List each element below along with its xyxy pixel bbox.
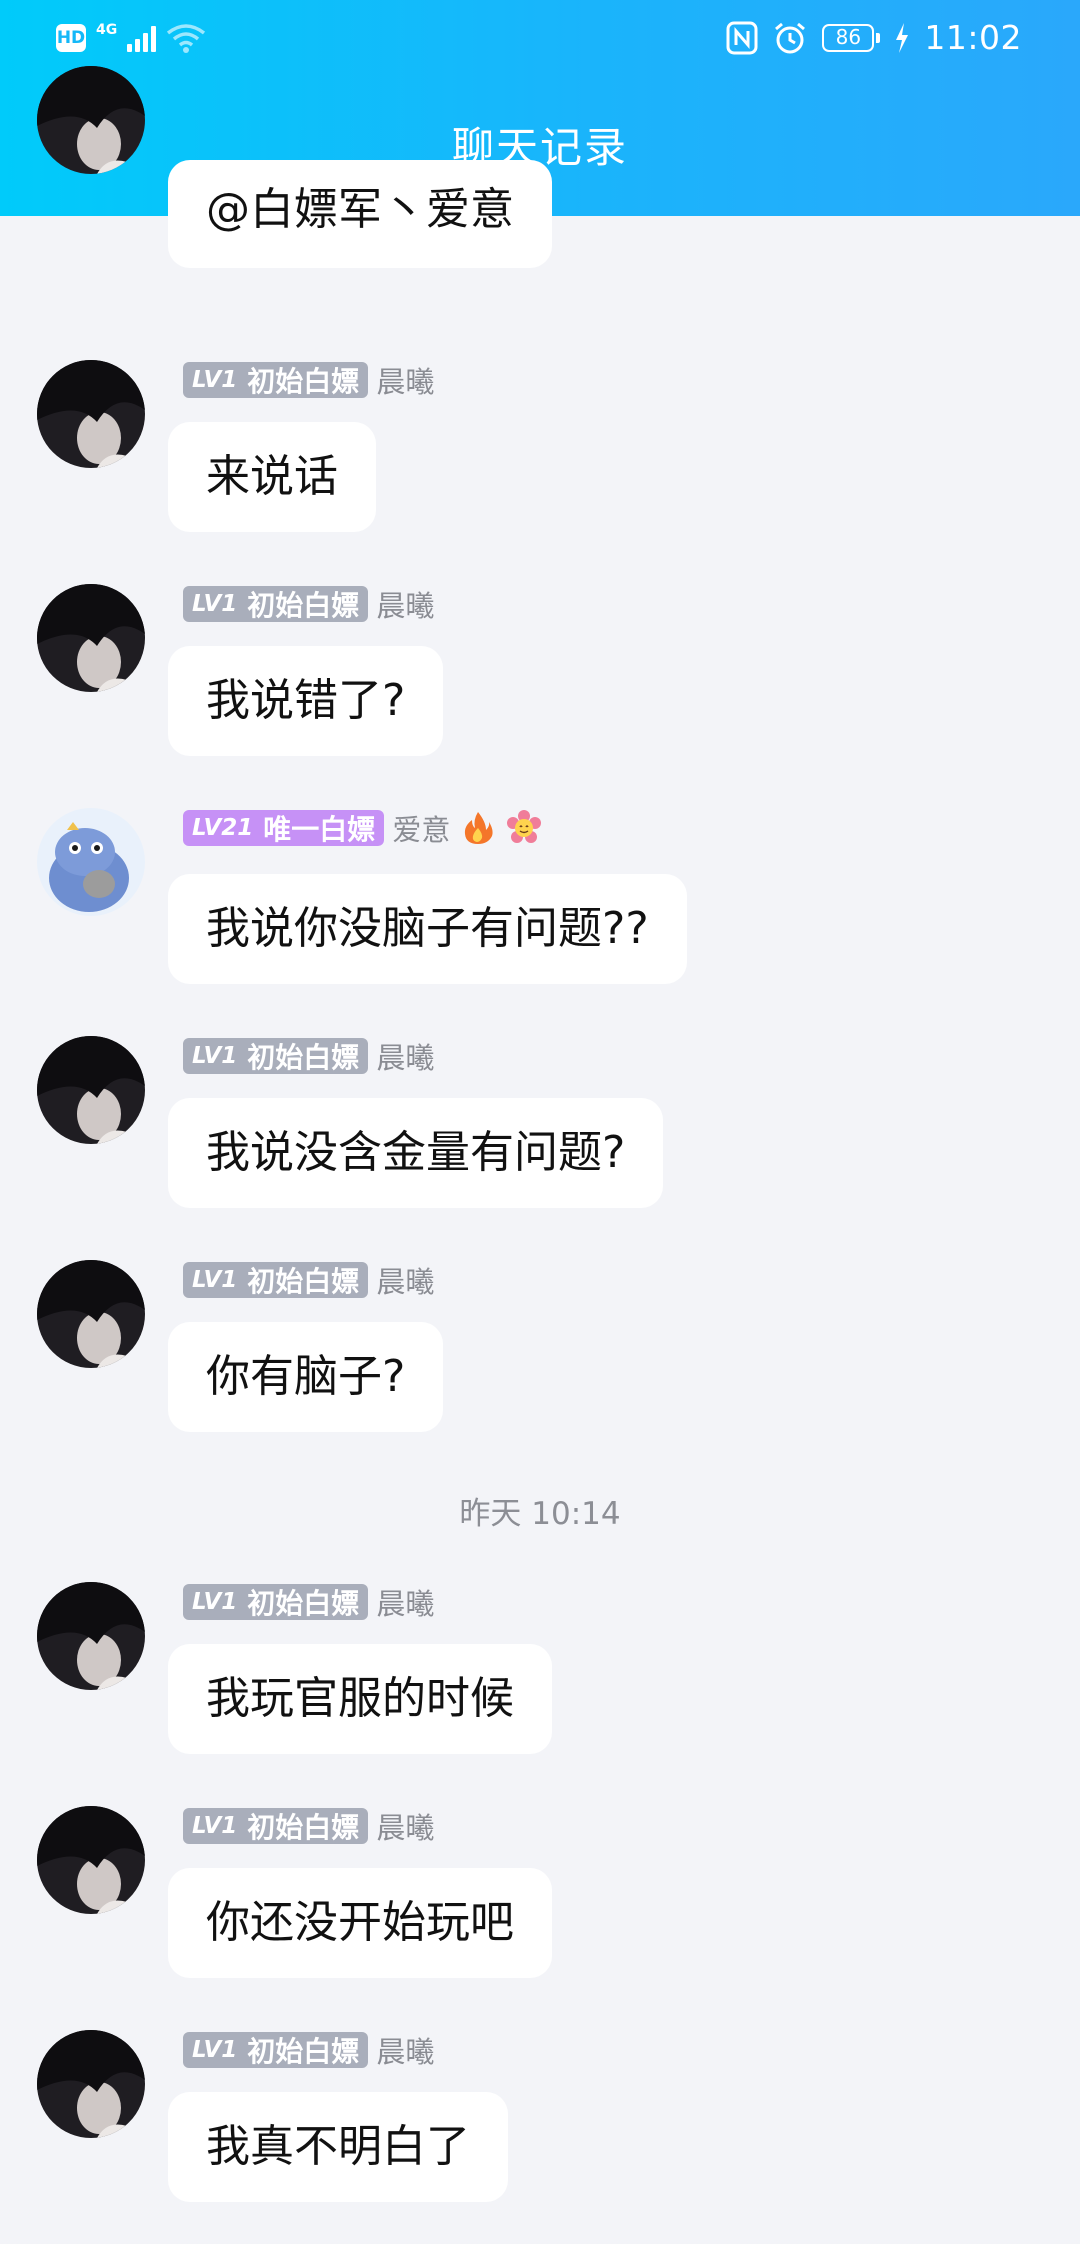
sender-name[interactable]: 晨曦 — [376, 1035, 434, 1077]
status-time: 11:02 — [924, 18, 1022, 57]
sender-name[interactable]: 晨曦 — [376, 583, 434, 625]
level-badge: LV1 初始白嫖 — [183, 362, 369, 398]
time-divider: 昨天 10:14 — [459, 1496, 621, 1532]
sender-name[interactable]: 晨曦 — [376, 2029, 434, 2071]
avatar[interactable] — [37, 66, 145, 174]
avatar[interactable] — [37, 584, 145, 692]
alarm-icon — [775, 22, 806, 53]
sender-name[interactable]: 晨曦 — [376, 1805, 434, 1847]
sender-name[interactable]: 晨曦 — [376, 1581, 434, 1623]
message-bubble[interactable]: 我玩官服的时候 — [168, 1644, 552, 1754]
battery-indicator: 86 — [822, 23, 881, 52]
avatar[interactable] — [37, 1582, 145, 1690]
level-badge: LV1 初始白嫖 — [183, 1808, 369, 1844]
sender-name[interactable]: 晨曦 — [376, 1259, 434, 1301]
message-bubble[interactable]: 我说错了? — [168, 646, 444, 756]
message-bubble[interactable]: 来说话 — [168, 422, 376, 532]
level-badge: LV1 初始白嫖 — [183, 1584, 369, 1620]
level-badge: LV1 初始白嫖 — [183, 586, 369, 622]
signal-icon — [127, 24, 157, 52]
status-bar: HD 4G 86 11:02 — [0, 0, 1080, 80]
sender-name[interactable]: 晨曦 — [376, 359, 434, 401]
avatar[interactable] — [37, 1260, 145, 1368]
message-bubble[interactable]: 你还没开始玩吧 — [168, 1868, 552, 1978]
level-badge: LV21 唯一白嫖 — [183, 810, 385, 846]
nfc-icon — [726, 21, 758, 54]
message-bubble[interactable]: 你有脑子? — [168, 1322, 444, 1432]
avatar[interactable] — [37, 2030, 145, 2138]
level-badge: LV1 初始白嫖 — [183, 1038, 369, 1074]
flower-emoji — [507, 810, 542, 843]
level-badge: LV1 初始白嫖 — [183, 1262, 369, 1298]
message-bubble[interactable]: 我说你没脑子有问题?? — [168, 874, 687, 984]
message-bubble[interactable]: @白嫖军丶爱意 — [168, 160, 552, 268]
avatar[interactable] — [37, 808, 145, 916]
network-type: 4G — [96, 22, 118, 38]
charging-icon — [896, 22, 909, 53]
hd-voice-icon: HD — [56, 24, 86, 52]
avatar[interactable] — [37, 360, 145, 468]
fire-emoji — [465, 812, 493, 844]
avatar[interactable] — [37, 1806, 145, 1914]
message-bubble[interactable]: 我说没含金量有问题? — [168, 1098, 664, 1208]
avatar[interactable] — [37, 1036, 145, 1144]
wifi-icon — [167, 24, 206, 53]
message-bubble[interactable]: 我真不明白了 — [168, 2092, 508, 2202]
sender-name[interactable]: 爱意 — [392, 807, 450, 849]
level-badge: LV1 初始白嫖 — [183, 2032, 369, 2068]
